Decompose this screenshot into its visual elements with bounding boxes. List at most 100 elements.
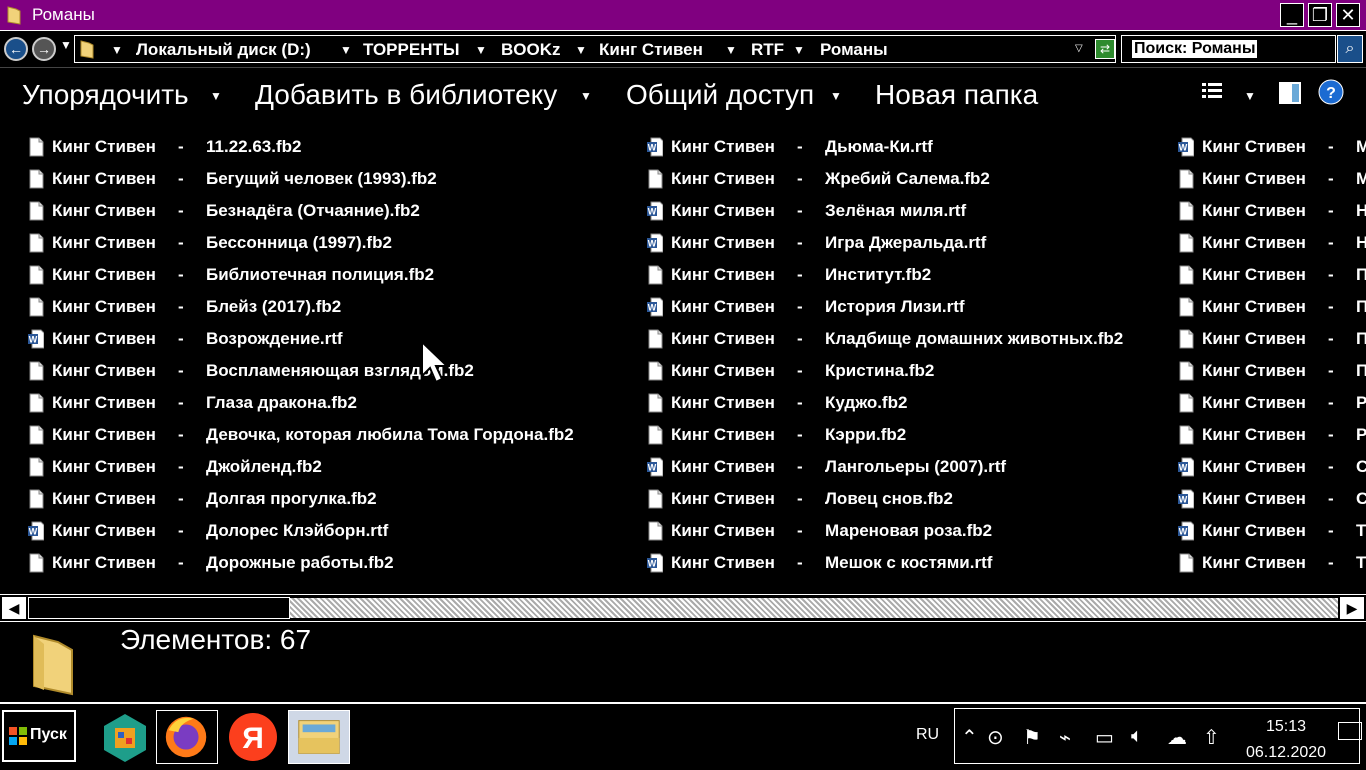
- file-author: Кинг Стивен: [1202, 393, 1306, 412]
- scroll-right-button[interactable]: ▶: [1340, 597, 1364, 619]
- svg-text:Я: Я: [242, 722, 264, 755]
- windows-logo-icon: [9, 727, 27, 745]
- svg-text:W: W: [648, 303, 657, 313]
- breadcrumb-rtf[interactable]: RTF: [751, 40, 784, 60]
- show-desktop-icon[interactable]: [1338, 722, 1362, 740]
- file-author: Кинг Стивен: [52, 521, 156, 540]
- chevron-down-icon[interactable]: ▼: [580, 89, 592, 103]
- file-name: Н: [1356, 201, 1366, 220]
- view-options-icon[interactable]: ▼: [1244, 89, 1256, 103]
- file-name: Возрождение.rtf: [206, 329, 343, 348]
- scroll-left-button[interactable]: ◀: [2, 597, 26, 619]
- chevron-down-icon[interactable]: ▼: [111, 43, 123, 57]
- taskbar: Пуск Я RU ⌃ ⊙ ⚑ ⌁ ▭ 🔈︎ ☁ ⇧ 15:13 06.12.2…: [0, 702, 1366, 770]
- file-author: Кинг Стивен: [1202, 521, 1306, 540]
- help-icon[interactable]: ?: [1318, 79, 1344, 105]
- document-icon: [1179, 297, 1194, 317]
- file-name: Глаза дракона.fb2: [206, 393, 357, 412]
- explorer-icon[interactable]: [288, 710, 350, 764]
- horizontal-scrollbar[interactable]: ◀ ▶: [0, 594, 1366, 622]
- network-icon[interactable]: ▭: [1095, 725, 1114, 750]
- address-bar: ← → ▼ ▼ Локальный диск (D:) ▼ ТОРРЕНТЫ ▼…: [0, 30, 1366, 68]
- file-separator: -: [178, 457, 184, 476]
- breadcrumb-disk[interactable]: Локальный диск (D:): [136, 40, 311, 60]
- view-list-icon[interactable]: [1200, 81, 1224, 103]
- firefox-icon[interactable]: [156, 710, 218, 764]
- breadcrumb-novels[interactable]: Романы: [820, 40, 888, 60]
- search-input[interactable]: Поиск: Романы: [1121, 35, 1336, 63]
- search-placeholder: Поиск: Романы: [1132, 40, 1258, 58]
- preview-pane-icon[interactable]: [1278, 81, 1302, 105]
- file-name: С: [1356, 489, 1366, 508]
- new-folder-button[interactable]: Новая папка: [875, 79, 1038, 111]
- cloud-sync-icon[interactable]: ☁: [1167, 725, 1187, 750]
- store-icon[interactable]: [94, 710, 156, 764]
- close-button[interactable]: ✕: [1336, 3, 1360, 27]
- file-author: Кинг Стивен: [52, 329, 156, 348]
- language-indicator[interactable]: RU: [916, 726, 939, 744]
- word-document-icon: W: [1178, 521, 1194, 541]
- word-document-icon: W: [647, 553, 663, 573]
- chevron-down-icon[interactable]: ▼: [793, 43, 805, 57]
- target-icon[interactable]: ⊙: [987, 725, 1004, 750]
- file-separator: -: [797, 297, 803, 316]
- file-separator: -: [1328, 329, 1334, 348]
- chevron-down-icon[interactable]: ▼: [210, 89, 222, 103]
- show-hidden-icons-icon[interactable]: ⌃: [961, 725, 978, 750]
- file-author: Кинг Стивен: [1202, 329, 1306, 348]
- share-button[interactable]: Общий доступ: [626, 79, 814, 111]
- file-separator: -: [178, 489, 184, 508]
- document-icon: [1179, 393, 1194, 413]
- file-author: Кинг Стивен: [671, 489, 775, 508]
- document-icon: [29, 553, 44, 573]
- back-button[interactable]: ←: [4, 37, 28, 61]
- file-author: Кинг Стивен: [1202, 425, 1306, 444]
- word-document-icon: W: [647, 201, 663, 221]
- breadcrumb-torrents[interactable]: ТОРРЕНТЫ: [363, 40, 460, 60]
- chevron-down-icon[interactable]: ▼: [830, 89, 842, 103]
- forward-button[interactable]: →: [32, 37, 56, 61]
- maximize-button[interactable]: ❐: [1308, 3, 1332, 27]
- file-separator: -: [797, 489, 803, 508]
- file-name: Жребий Салема.fb2: [825, 169, 990, 188]
- clock[interactable]: 15:13 06.12.2020: [1236, 714, 1336, 766]
- address-box[interactable]: ▼ Локальный диск (D:) ▼ ТОРРЕНТЫ ▼ BOOKz…: [74, 35, 1116, 63]
- scroll-thumb[interactable]: [28, 597, 290, 619]
- file-separator: -: [797, 169, 803, 188]
- address-dropdown-icon[interactable]: ▽: [1075, 43, 1083, 54]
- volume-icon[interactable]: 🔈︎: [1131, 725, 1143, 748]
- breadcrumb-king[interactable]: Кинг Стивен: [599, 40, 703, 60]
- search-icon[interactable]: ⌕: [1337, 35, 1363, 63]
- chevron-down-icon[interactable]: ▼: [725, 43, 737, 57]
- file-separator: -: [1328, 521, 1334, 540]
- svg-text:W: W: [648, 559, 657, 569]
- yandex-icon[interactable]: Я: [222, 710, 284, 764]
- document-icon: [648, 265, 663, 285]
- document-icon: [648, 489, 663, 509]
- chevron-down-icon[interactable]: ▼: [340, 43, 352, 57]
- chevron-down-icon[interactable]: ▼: [575, 43, 587, 57]
- file-separator: -: [797, 137, 803, 156]
- file-author: Кинг Стивен: [671, 201, 775, 220]
- minimize-button[interactable]: _: [1280, 3, 1304, 27]
- word-document-icon: W: [647, 457, 663, 477]
- document-icon: [1179, 233, 1194, 253]
- power-plug-icon[interactable]: ⌁: [1059, 725, 1071, 750]
- file-name: Р: [1356, 393, 1366, 412]
- refresh-icon[interactable]: ⇄: [1095, 39, 1115, 59]
- svg-text:?: ?: [1326, 85, 1336, 102]
- history-dropdown-icon[interactable]: ▼: [60, 38, 72, 52]
- clock-date: 06.12.2020: [1245, 744, 1327, 761]
- organize-button[interactable]: Упорядочить: [22, 79, 189, 111]
- file-name: П: [1356, 297, 1366, 316]
- breadcrumb-bookz[interactable]: BOOKz: [501, 40, 561, 60]
- svg-text:W: W: [1179, 495, 1188, 505]
- action-center-flag-icon[interactable]: ⚑: [1023, 725, 1041, 750]
- chevron-down-icon[interactable]: ▼: [475, 43, 487, 57]
- add-library-button[interactable]: Добавить в библиотеку: [255, 79, 557, 111]
- clock-time: 15:13: [1265, 718, 1307, 735]
- file-name: Кристина.fb2: [825, 361, 935, 380]
- cloud-upload-icon[interactable]: ⇧: [1203, 725, 1220, 750]
- start-button[interactable]: Пуск: [2, 710, 76, 762]
- file-separator: -: [1328, 297, 1334, 316]
